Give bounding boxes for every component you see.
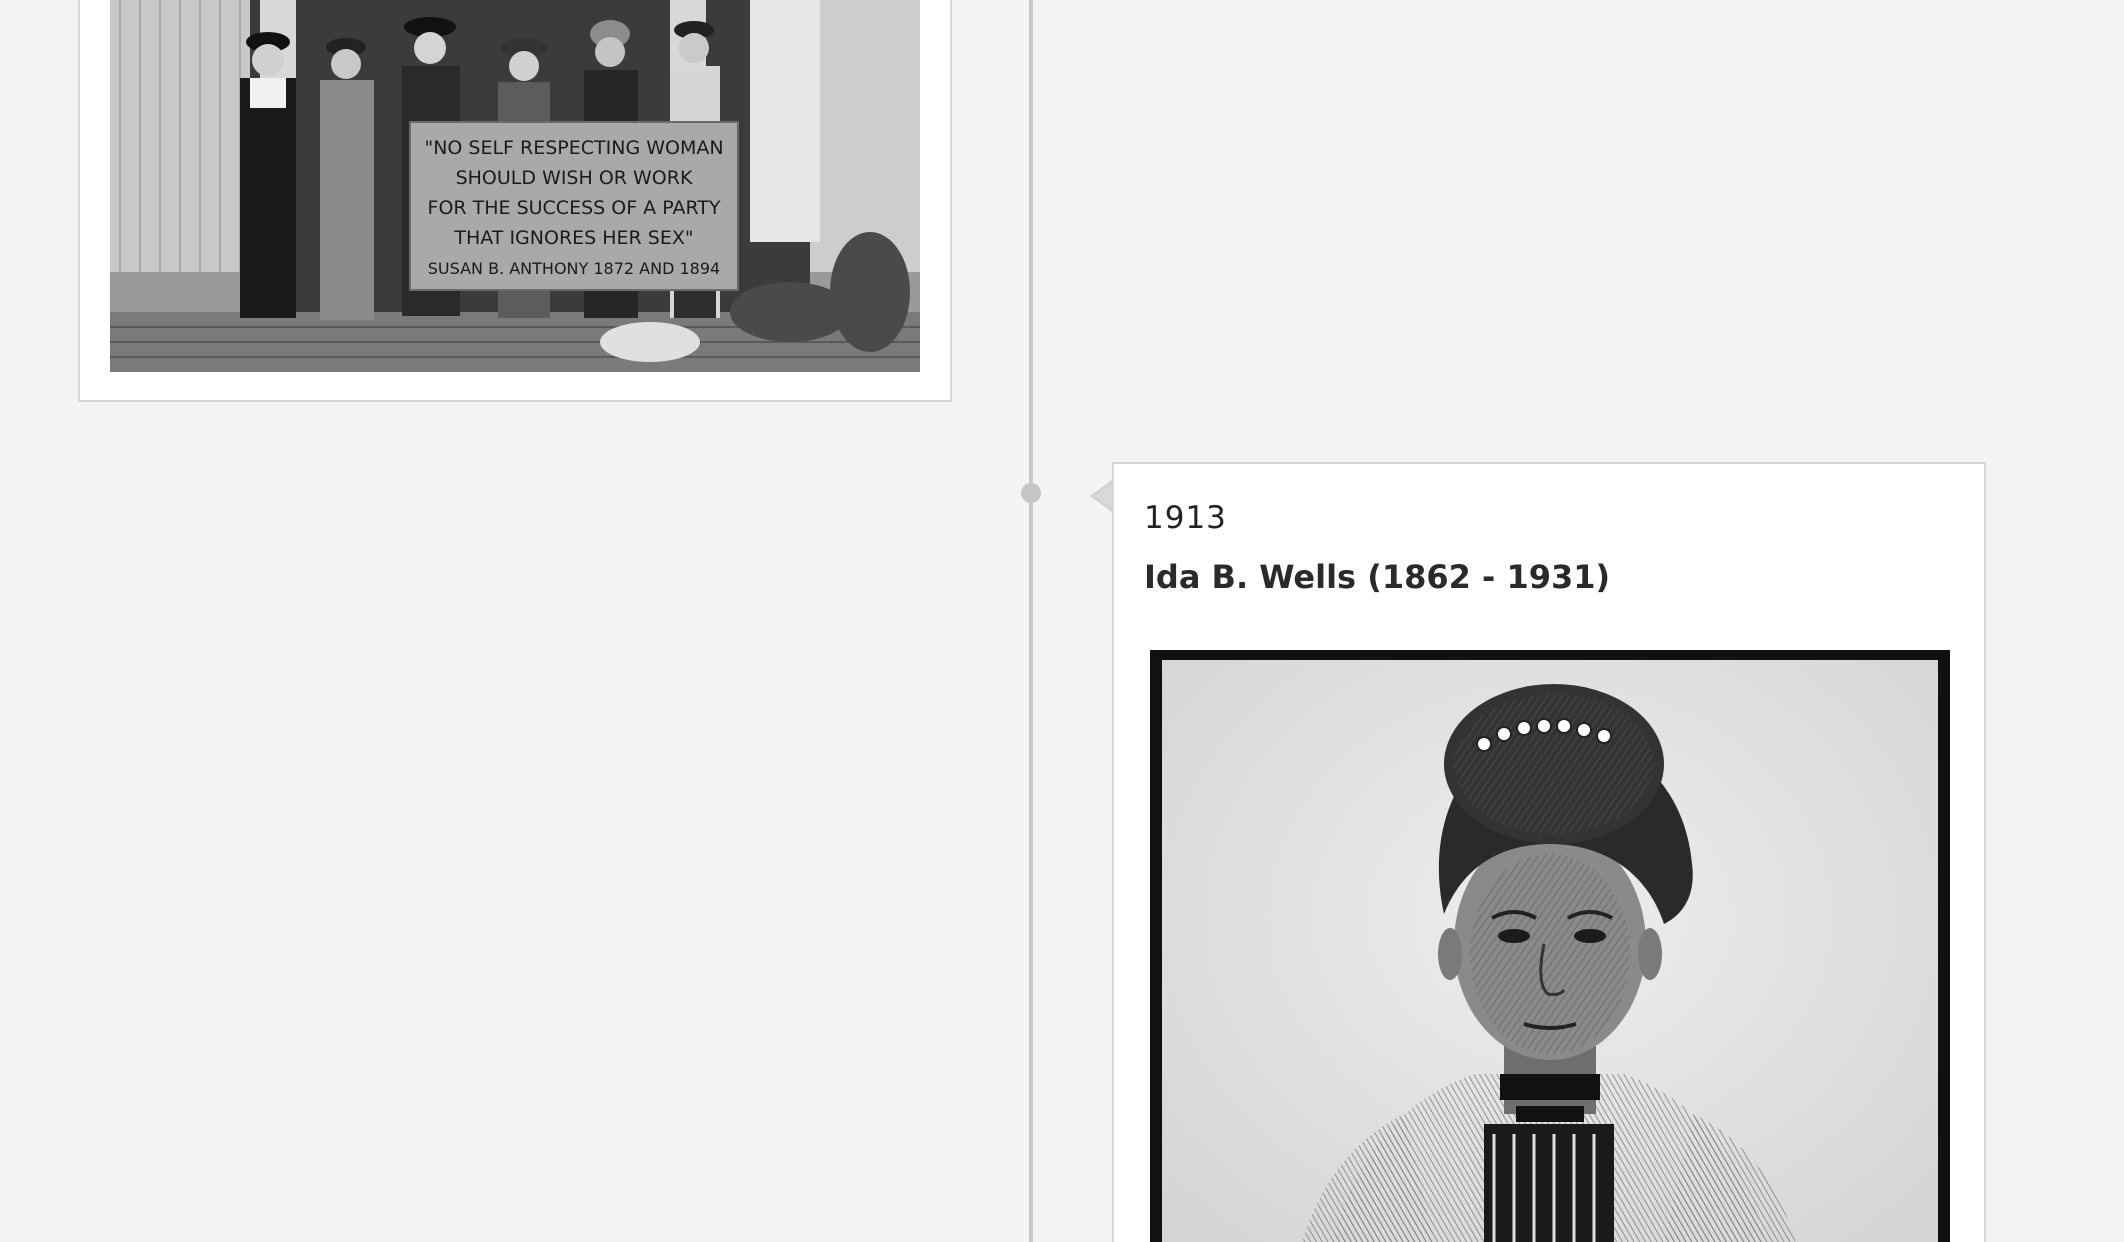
timeline-marker-dot [1021,483,1041,503]
banner-line-1: "NO SELF RESPECTING WOMAN [424,137,723,159]
timeline-line [1029,0,1033,1242]
timeline-page: "NO SELF RESPECTING WOMAN SHOULD WISH OR… [0,0,2124,1242]
suffragists-photo: "NO SELF RESPECTING WOMAN SHOULD WISH OR… [110,0,920,372]
event-title: Ida B. Wells (1862 - 1931) [1144,558,1611,596]
timeline-event-card: "NO SELF RESPECTING WOMAN SHOULD WISH OR… [78,0,952,402]
event-photo[interactable] [1144,644,1956,1242]
timeline-event-card: 1913 Ida B. Wells (1862 - 1931) [1112,462,1986,1242]
banner-line-3: FOR THE SUCCESS OF A PARTY [428,197,721,219]
banner-line-4: THAT IGNORES HER SEX" [453,227,693,249]
banner-line-5: SUSAN B. ANTHONY 1872 AND 1894 [428,259,720,278]
card-pointer-inner [1094,482,1114,510]
ida-b-wells-portrait [1144,644,1956,1242]
event-photo[interactable]: "NO SELF RESPECTING WOMAN SHOULD WISH OR… [110,0,920,372]
event-year: 1913 [1144,500,1227,536]
banner-line-2: SHOULD WISH OR WORK [456,167,693,189]
